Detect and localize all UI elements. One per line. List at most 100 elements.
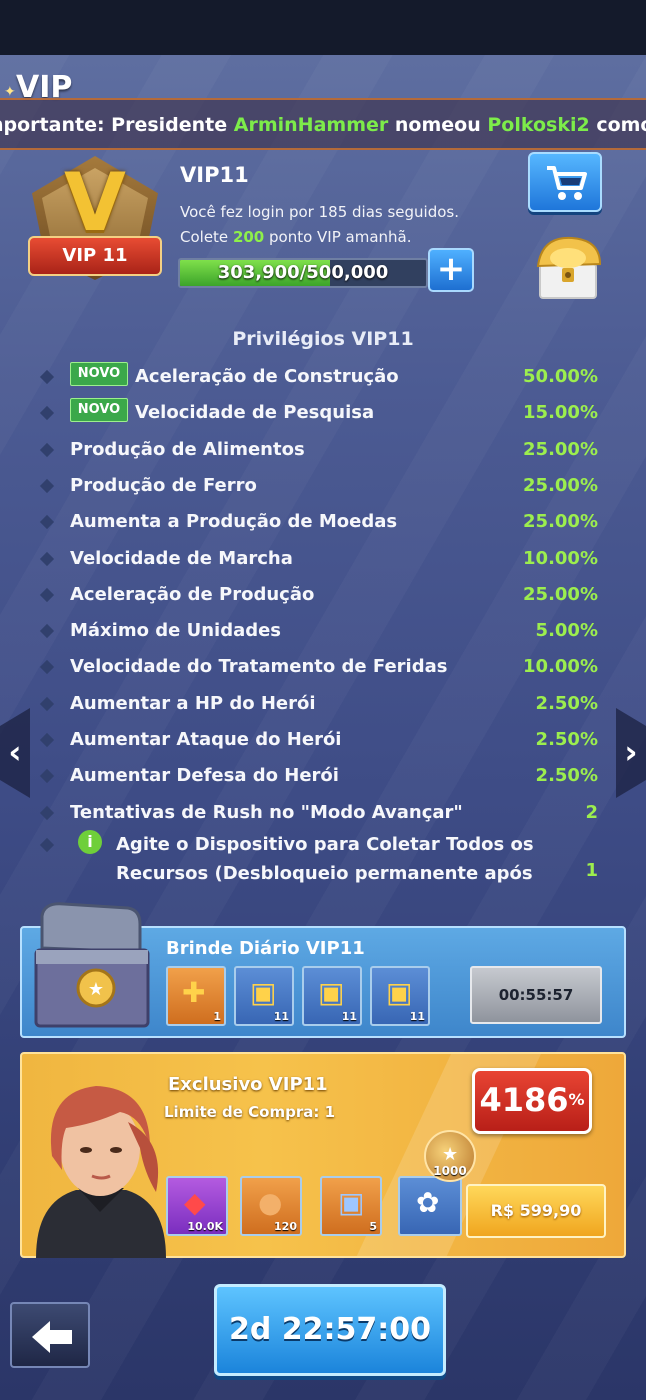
privilege-label: Velocidade de Marcha — [70, 547, 293, 569]
privilege-label-line-1: Agite o Dispositivo para Coletar Todos o… — [116, 833, 534, 855]
collect-suffix: ponto VIP amanhã. — [264, 228, 412, 246]
privilege-row: Velocidade do Tratamento de Feridas 10.00… — [0, 650, 646, 686]
privilege-value: 5.00% — [535, 620, 598, 642]
ticker-player-2: Polkoski2 — [487, 114, 590, 136]
privilege-value: 25.00% — [523, 583, 598, 605]
discount-badge: 4186% — [472, 1068, 592, 1134]
new-badge: NOVO — [70, 362, 128, 386]
privilege-row-shake: i Agite o Dispositivo para Coletar Todos … — [0, 829, 646, 890]
privilege-value: 10.00% — [523, 547, 598, 569]
item-count: 11 — [273, 1010, 289, 1023]
add-vip-points-button[interactable]: + — [428, 248, 474, 292]
diamond-bullet-icon — [39, 696, 55, 711]
ticker-player-1: ArminHammer — [233, 114, 389, 136]
privilege-label: Aceleração de Construção — [135, 366, 399, 387]
diamond-bullet-icon — [39, 732, 55, 748]
privilege-value: 25.00% — [523, 438, 598, 460]
item-count: 5 — [369, 1220, 377, 1233]
daily-item-slot[interactable]: ▣ 11 — [302, 966, 362, 1026]
ticker-suffix: como — [596, 114, 646, 136]
privilege-label: Aceleração de Produção — [70, 583, 315, 605]
ticker-prefix: nportante: Presidente — [0, 114, 234, 136]
privilege-row: Aceleração de Produção 25.00% — [0, 578, 646, 614]
vip-progress-bar: 303,900/500,000 — [178, 258, 428, 288]
new-badge: NOVO — [70, 398, 128, 423]
discount-value: 4186 — [479, 1081, 569, 1119]
privilege-value: 50.00% — [523, 366, 598, 387]
privilege-row: Tentativas de Rush no "Modo Avançar" 2 — [0, 796, 646, 832]
privilege-label: Produção de Ferro — [70, 474, 257, 496]
item-count: 120 — [274, 1220, 297, 1233]
vip-progress-text: 303,900/500,000 — [217, 262, 389, 283]
privilege-row: Produção de Ferro 25.00% — [0, 469, 646, 505]
status-bar — [0, 0, 646, 55]
daily-item-slot[interactable]: ▣ 11 — [234, 966, 294, 1026]
privilege-value: 1 — [585, 859, 598, 881]
diamond-bullet-icon — [39, 406, 55, 421]
coin-star-icon: ★ — [442, 1144, 459, 1165]
badge-ribbon: VIP 11 — [28, 236, 162, 276]
privilege-label: Velocidade de Pesquisa — [135, 402, 375, 424]
daily-timer-button[interactable]: 00:55:57 — [470, 966, 602, 1024]
exclusive-item-slot[interactable]: ✿ — [398, 1176, 462, 1236]
privilege-row: Produção de Alimentos 25.00% — [0, 433, 646, 469]
svg-text:★: ★ — [88, 979, 104, 1000]
privilege-row: Aumentar a HP do Herói 2.50% — [0, 687, 646, 723]
privilege-label: Aumentar a HP do Herói — [70, 692, 316, 714]
privilege-row: Aumenta a Produção de Moedas 25.00% — [0, 505, 646, 541]
item-count: 10.0K — [187, 1220, 223, 1233]
privilege-value: 25.00% — [523, 511, 598, 533]
privilege-label: Máximo de Unidades — [70, 620, 282, 642]
vip-badge: V VIP 11 — [20, 148, 170, 298]
privilege-value: 2 — [585, 801, 598, 823]
login-streak-text: Você fez login por 185 dias seguidos. — [180, 203, 459, 221]
buy-price-button[interactable]: R$ 599,90 — [466, 1184, 606, 1238]
privilege-row: NOVO Velocidade de Pesquisa 15.00% — [0, 396, 646, 432]
puzzle-piece-icon: ✚ — [182, 976, 206, 1009]
privilege-value: 10.00% — [523, 656, 598, 678]
diamond-bullet-icon — [39, 837, 55, 852]
back-button[interactable] — [10, 1302, 90, 1368]
diamond-bullet-icon — [39, 551, 55, 566]
collect-points-text: Colete 200 ponto VIP amanhã. — [180, 228, 412, 246]
privilege-row: Máximo de Unidades 5.00% — [0, 614, 646, 650]
privilege-row: Aumentar Defesa do Herói 2.50% — [0, 759, 646, 795]
privilege-value: 2.50% — [535, 765, 598, 787]
exclusive-item-slot[interactable]: ● 120 — [240, 1176, 302, 1236]
diamond-bullet-icon — [39, 369, 55, 385]
privilege-value: 25.00% — [523, 474, 598, 496]
collect-points-value: 200 — [232, 228, 265, 246]
diamond-bullet-icon — [39, 769, 55, 784]
daily-chest-icon: ★ — [34, 902, 150, 1028]
exclusive-title: Exclusivo VIP11 — [168, 1074, 328, 1095]
supply-chest-icon: ▣ — [338, 1186, 365, 1219]
diamond-bullet-icon — [39, 805, 55, 820]
privilege-label-line-2: Recursos (Desbloqueio permanente após Se… — [116, 862, 533, 884]
diamond-bullet-icon — [39, 478, 55, 493]
privileges-title: Privilégios VIP11 — [232, 328, 414, 350]
announcement-ticker: nportante: Presidente ArminHammer nomeou… — [0, 98, 646, 150]
exclusive-item-slot[interactable]: ◆ 10.0K — [166, 1176, 228, 1236]
ticker-text: nportante: Presidente ArminHammer nomeou… — [0, 114, 646, 136]
purchase-limit: Limite de Compra: 1 — [164, 1103, 336, 1121]
privilege-row: Aumentar Ataque do Herói 2.50% — [0, 723, 646, 759]
vip-chest-icon[interactable] — [532, 228, 606, 304]
ruby-gem-icon: ◆ — [184, 1186, 206, 1219]
gold-chest-icon: ▣ — [386, 976, 413, 1009]
privilege-label: Produção de Alimentos — [70, 438, 305, 460]
daily-item-slot[interactable]: ✚ 1 — [166, 966, 226, 1026]
item-count: 11 — [341, 1010, 357, 1023]
ticker-mid: nomeou — [388, 114, 488, 136]
hero-portrait — [36, 1086, 166, 1258]
vip-coin-count: 1000 — [433, 1164, 467, 1178]
diamond-bullet-icon — [39, 515, 55, 530]
daily-item-slot[interactable]: ▣ 11 — [370, 966, 430, 1026]
privilege-value: 2.50% — [535, 729, 598, 750]
cart-icon — [547, 166, 587, 200]
privilege-value: 15.00% — [523, 402, 598, 424]
privilege-label: Aumentar Ataque do Herói — [70, 729, 342, 750]
shop-cart-button[interactable] — [528, 152, 602, 212]
item-count: 1 — [213, 1010, 221, 1023]
exclusive-item-slot[interactable]: ▣ 5 — [320, 1176, 382, 1236]
info-icon[interactable]: i — [78, 829, 102, 854]
